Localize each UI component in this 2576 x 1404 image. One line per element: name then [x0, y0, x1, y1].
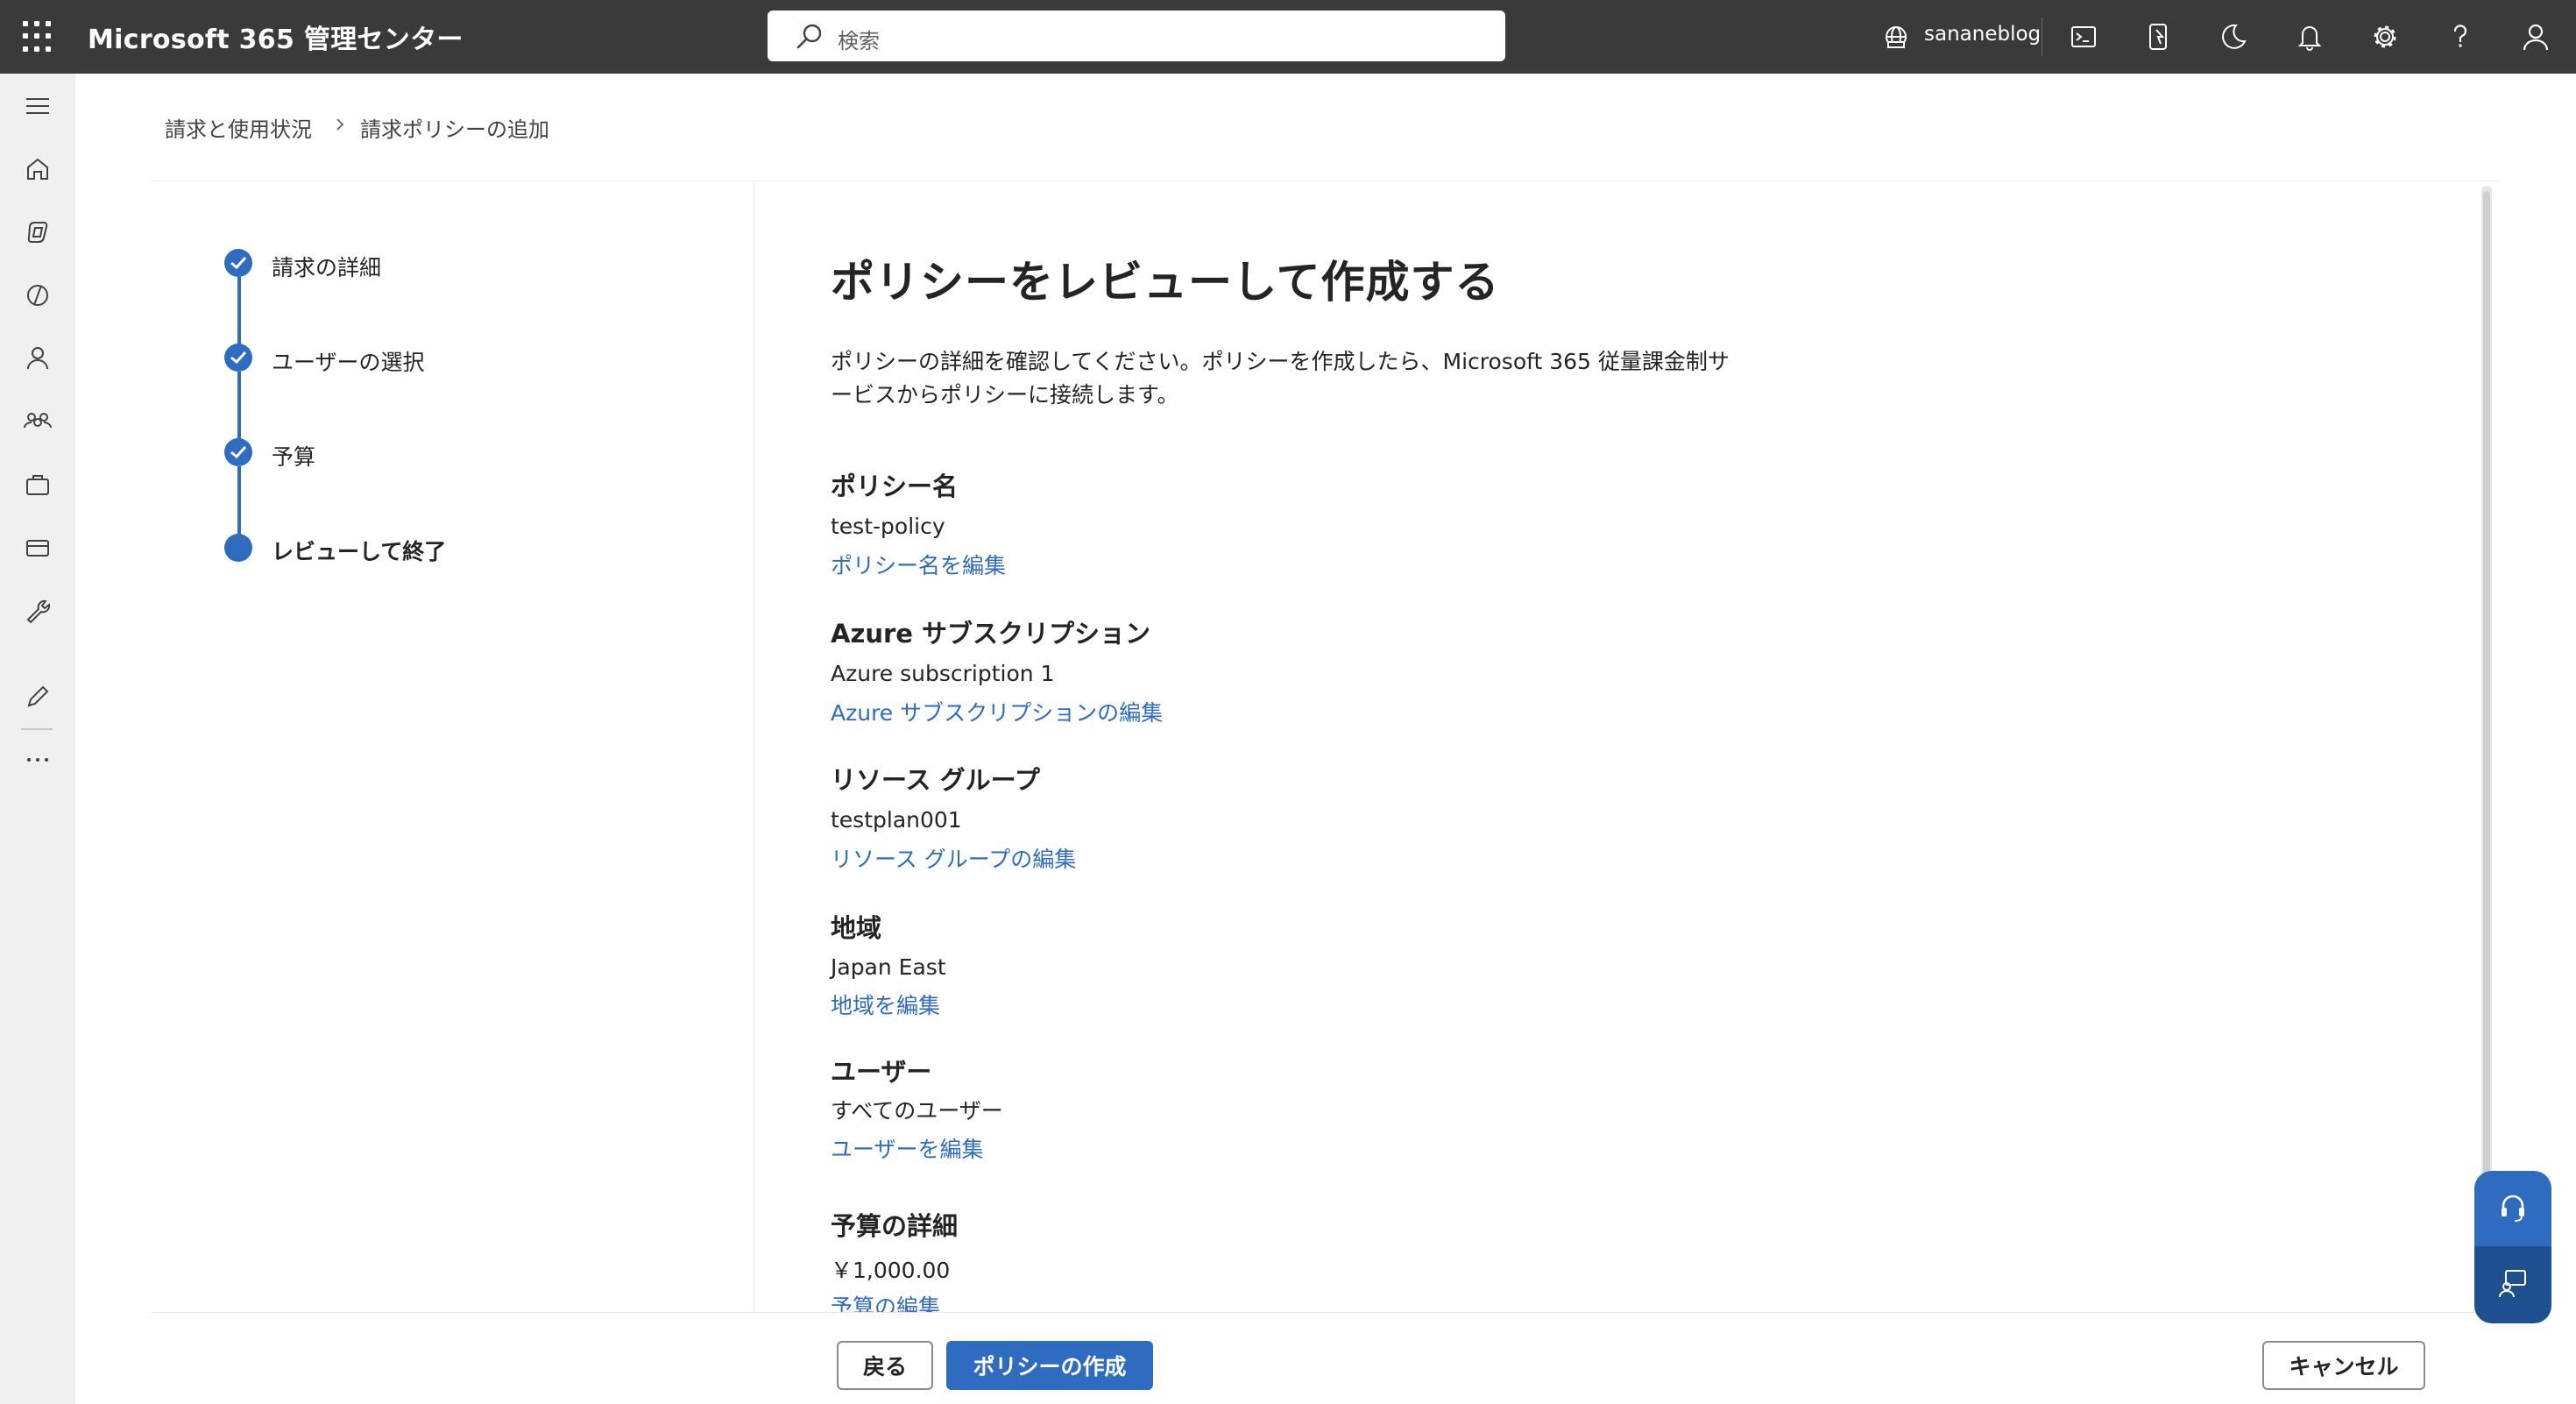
rail-divider: [21, 728, 53, 730]
section-heading-azure-subscription: Azure サブスクリプション: [831, 619, 1151, 649]
copilot-icon[interactable]: [19, 214, 56, 251]
settings-gear-icon[interactable]: [2366, 18, 2404, 56]
app-title[interactable]: Microsoft 365 管理センター: [88, 18, 464, 56]
step-completed-check-icon: [224, 249, 252, 277]
search-input[interactable]: 検索: [838, 24, 880, 54]
edit-azure-subscription-link[interactable]: Azure サブスクリプションの編集: [831, 696, 1163, 727]
help-question-icon[interactable]: [2441, 18, 2480, 56]
wrench-icon[interactable]: [19, 592, 56, 629]
section-heading-policy-name: ポリシー名: [831, 472, 959, 501]
step-connector: [237, 466, 241, 536]
support-headset-icon: [2502, 1195, 2524, 1222]
floating-help-widget: [2474, 1171, 2551, 1323]
page-description: ポリシーの詳細を確認してください。ポリシーを作成したら、Microsoft 36…: [831, 345, 1751, 412]
org-name[interactable]: sananeblog: [1924, 23, 2041, 46]
mobile-app-icon[interactable]: [2140, 18, 2178, 56]
section-heading-resource-group: リソース グループ: [831, 765, 1040, 795]
description-line: ービスからポリシーに接続します。: [831, 382, 1179, 408]
chevron-right-icon: [336, 118, 344, 131]
policy-name-value: test-policy: [831, 514, 945, 539]
budget-value: ￥1,000.00: [831, 1258, 951, 1283]
breadcrumb-billing-usage[interactable]: 請求と使用状況: [165, 112, 312, 143]
main-scrollbar-thumb[interactable]: [2483, 191, 2490, 1269]
cancel-button[interactable]: キャンセル: [2262, 1341, 2425, 1390]
edit-region-link[interactable]: 地域を編集: [831, 989, 940, 1020]
section-heading-region: 地域: [831, 913, 882, 943]
support-button[interactable]: [2474, 1171, 2551, 1246]
feedback-button[interactable]: [2474, 1246, 2551, 1323]
users-value: すべてのユーザー: [831, 1098, 1003, 1124]
edit-pencil-icon[interactable]: [19, 678, 56, 715]
step-completed-check-icon: [224, 344, 252, 372]
step-current-dot-icon: [224, 534, 252, 562]
search-icon: [796, 24, 822, 49]
edit-resource-group-link[interactable]: リソース グループの編集: [831, 842, 1076, 874]
edit-users-link[interactable]: ユーザーを編集: [831, 1132, 984, 1164]
budget-link-clip: 予算の編集: [831, 1287, 1181, 1312]
user-account-icon[interactable]: [2516, 18, 2555, 56]
step-billing-details[interactable]: 請求の詳細: [272, 251, 381, 282]
create-policy-button[interactable]: ポリシーの作成: [946, 1341, 1153, 1390]
top-bar: Microsoft 365 管理センター 検索 sananeblog: [0, 0, 2576, 74]
step-select-users[interactable]: ユーザーの選択: [272, 345, 425, 377]
resource-group-value: testplan001: [831, 807, 962, 833]
viva-icon[interactable]: [19, 277, 56, 314]
step-connector: [237, 277, 241, 345]
step-connector: [237, 372, 241, 440]
app-launcher-icon[interactable]: [23, 21, 54, 53]
home-icon[interactable]: [19, 151, 56, 188]
step-budget[interactable]: 予算: [272, 440, 315, 472]
footer-divider: [151, 1312, 2490, 1313]
more-ellipsis-icon[interactable]: [19, 741, 56, 778]
edit-budget-link[interactable]: 予算の編集: [831, 1290, 940, 1312]
description-line: ポリシーの詳細を確認してください。ポリシーを作成したら、Microsoft 36…: [831, 349, 1730, 374]
section-heading-users: ユーザー: [831, 1057, 932, 1087]
section-heading-budget-details: 予算の詳細: [831, 1211, 959, 1241]
org-globe-icon[interactable]: [1879, 19, 1914, 54]
user-icon[interactable]: [19, 340, 56, 377]
search-box[interactable]: 検索: [768, 11, 1505, 61]
briefcase-icon[interactable]: [19, 466, 56, 503]
edit-policy-name-link[interactable]: ポリシー名を編集: [831, 549, 1006, 580]
breadcrumb-current: 請求ポリシーの追加: [360, 117, 549, 142]
step-review-finish: レビューして終了: [272, 539, 447, 564]
region-value: Japan East: [831, 954, 946, 980]
terminal-icon[interactable]: [2064, 18, 2103, 56]
hamburger-menu-icon[interactable]: [19, 88, 56, 124]
step-completed-check-icon: [224, 438, 252, 466]
azure-subscription-value: Azure subscription 1: [831, 661, 1055, 686]
notification-bell-icon[interactable]: [2290, 18, 2329, 56]
back-button[interactable]: 戻る: [837, 1341, 933, 1390]
dark-mode-icon[interactable]: [2215, 18, 2254, 56]
page-title: ポリシーをレビューして作成する: [831, 257, 1500, 308]
left-nav-rail: [0, 74, 75, 1404]
feedback-chat-icon: [2499, 1270, 2526, 1298]
billing-card-icon[interactable]: [19, 529, 56, 566]
teams-icon[interactable]: [19, 403, 56, 440]
